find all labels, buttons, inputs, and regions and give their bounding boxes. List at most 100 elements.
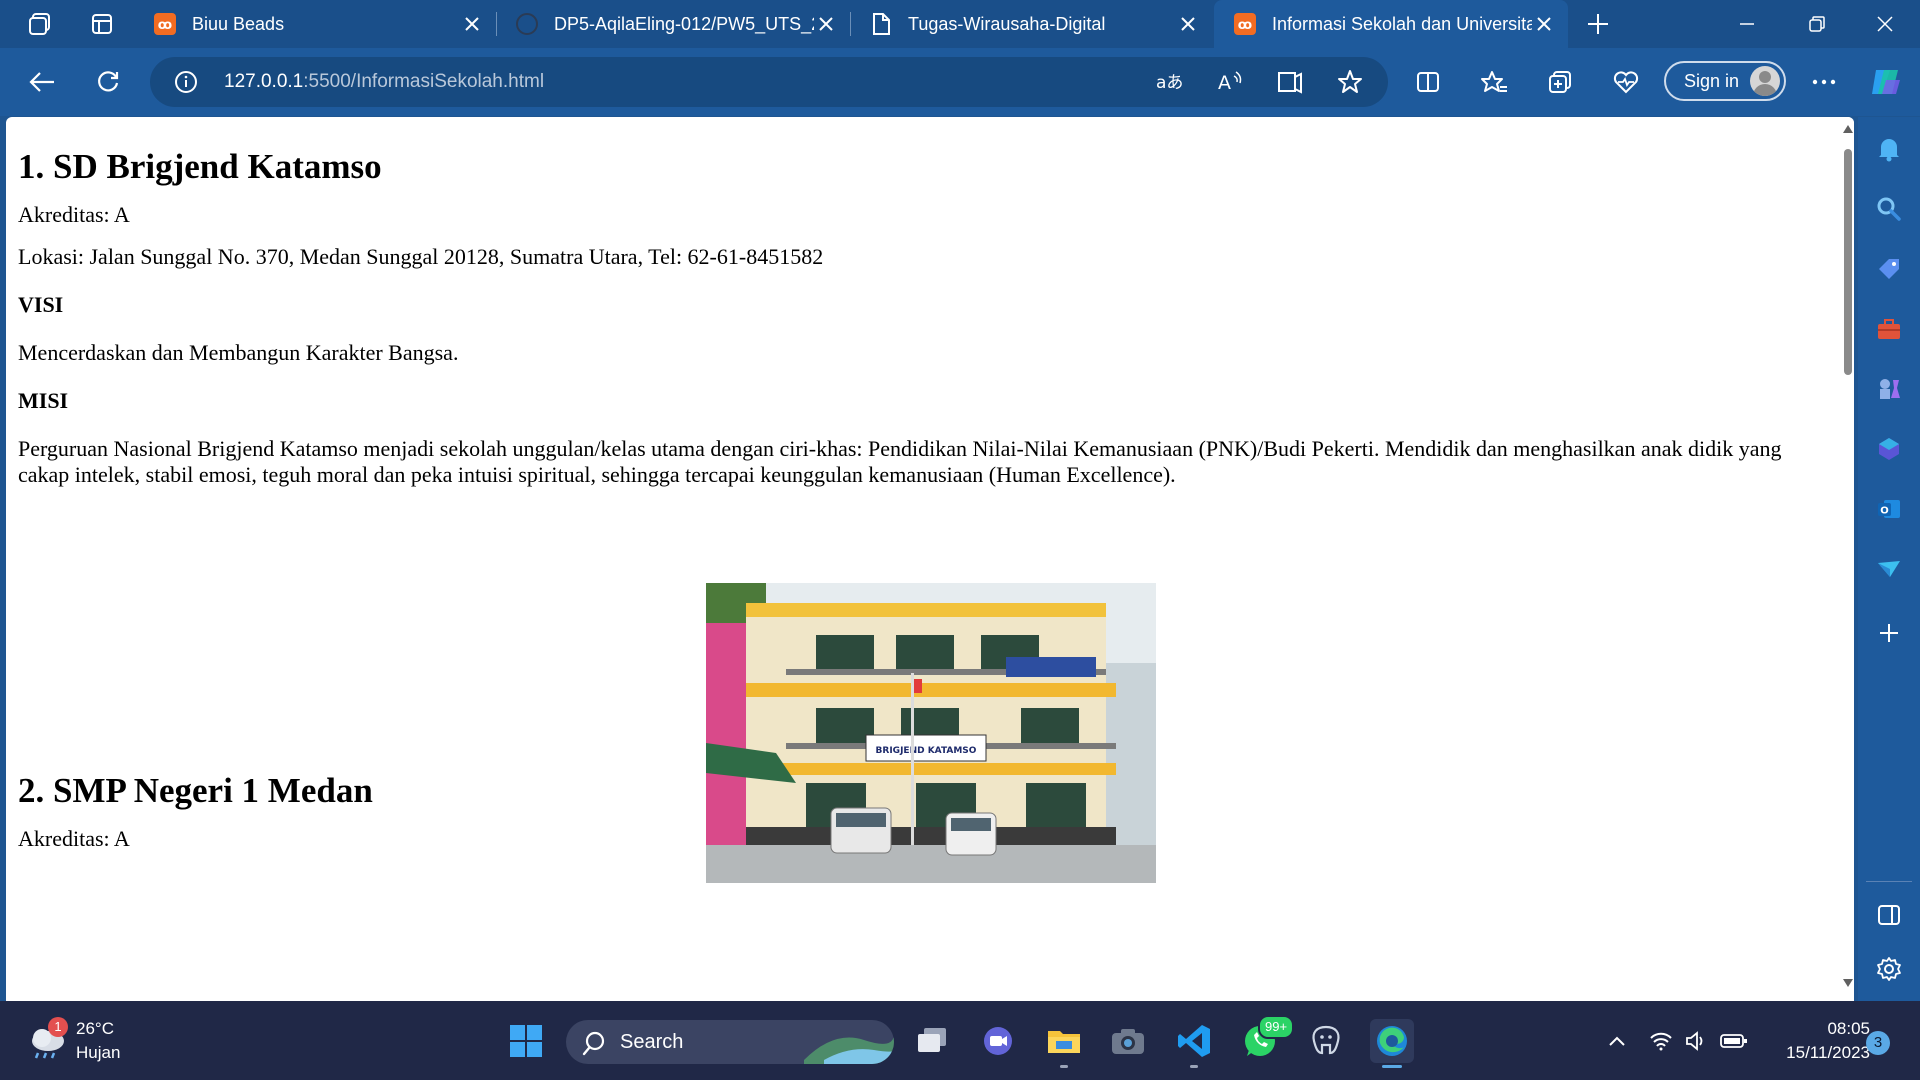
search-label: Search (620, 1031, 684, 1053)
misi-label: MISI (18, 388, 69, 413)
url-path: :5500/InformasiSekolah.html (303, 71, 545, 92)
whatsapp-badge: 99+ (1258, 1015, 1295, 1039)
svg-text:ꝏ: ꝏ (158, 18, 172, 33)
scroll-up-icon[interactable] (1843, 125, 1853, 133)
hide-sidebar-icon[interactable] (1873, 899, 1905, 931)
weather-badge: 1 (48, 1017, 68, 1037)
teams-chat-icon[interactable] (976, 1019, 1020, 1063)
tab-tugas-wirausaha[interactable]: Tugas-Wirausaha-Digital (850, 0, 1212, 48)
taskbar-search[interactable]: Search (566, 1020, 894, 1064)
sidebar-divider (1866, 881, 1912, 882)
windows-start-icon[interactable] (504, 1019, 548, 1063)
search-highlight-art (804, 1034, 894, 1064)
read-aloud-icon[interactable]: A (1216, 68, 1244, 100)
favorites-icon[interactable] (1474, 62, 1514, 102)
tab-github[interactable]: DP5-AqilaEling-012/PW5_UTS_22 (496, 0, 850, 48)
telegram-send-icon[interactable] (1873, 553, 1905, 585)
tools-briefcase-icon[interactable] (1873, 313, 1905, 345)
school-heading: 1. SD Brigjend Katamso (18, 147, 382, 186)
avatar (1750, 66, 1780, 96)
tab-informasi-sekolah[interactable]: ꝏ Informasi Sekolah dan Universita (1214, 0, 1568, 48)
akreditas-text: Akreditas: A (18, 826, 130, 851)
search-icon (582, 1031, 605, 1056)
svg-text:O: O (1880, 506, 1889, 517)
games-chess-icon[interactable] (1873, 373, 1905, 405)
lokasi-text: Lokasi: Jalan Sunggal No. 370, Medan Sun… (18, 244, 824, 269)
photo-banner-text: BRIGJEND KATAMSO (876, 746, 977, 756)
system-clock[interactable]: 08:05 15/11/2023 (1760, 1019, 1870, 1065)
xampp-icon: ꝏ (1234, 13, 1256, 35)
visi-label: VISI (18, 292, 64, 317)
clock-time: 08:05 (1827, 1019, 1870, 1038)
close-tab-icon[interactable] (814, 12, 838, 36)
svg-text:A: A (1218, 72, 1231, 94)
scroll-down-icon[interactable] (1843, 979, 1853, 987)
edge-sidebar: O (1858, 117, 1920, 1001)
windows-taskbar: 1 26°C Hujan Search 99+ 08:05 15/11/2023… (0, 1001, 1920, 1080)
edge-browser-icon[interactable] (1370, 1019, 1414, 1068)
file-explorer-icon[interactable] (1042, 1019, 1086, 1068)
tab-actions-icon[interactable] (84, 8, 120, 40)
workspaces-icon[interactable] (22, 8, 58, 40)
weather-condition: Hujan (76, 1043, 121, 1062)
close-tab-icon[interactable] (460, 12, 484, 36)
volume-icon[interactable] (1682, 1019, 1712, 1063)
shopping-tag-icon[interactable] (1873, 253, 1905, 285)
copilot-icon[interactable] (1866, 62, 1906, 102)
school-heading: 2. SMP Negeri 1 Medan (18, 771, 373, 810)
task-view-icon[interactable] (910, 1019, 954, 1063)
back-icon[interactable] (22, 62, 62, 102)
tab-title: Tugas-Wirausaha-Digital (908, 13, 1106, 34)
notification-count-badge[interactable]: 3 (1866, 1031, 1890, 1055)
site-info-icon[interactable] (174, 70, 198, 98)
notification-bell-icon[interactable] (1873, 133, 1905, 165)
page-viewport[interactable]: 1. SD Brigjend Katamso Akreditas: A Loka… (6, 117, 1854, 1001)
collections-icon[interactable] (1540, 62, 1580, 102)
postgresql-icon[interactable] (1304, 1019, 1348, 1063)
tab-strip: ꝏ Biuu Beads DP5-AqilaEling-012/PW5_UTS_… (0, 0, 1920, 48)
new-tab-icon[interactable] (1580, 8, 1616, 40)
page-scrollbar[interactable] (1842, 117, 1854, 1001)
sign-in-button[interactable]: Sign in (1664, 61, 1786, 101)
sign-in-label: Sign in (1684, 70, 1740, 91)
running-indicator (1060, 1065, 1068, 1068)
translate-icon[interactable]: aあ (1154, 68, 1183, 100)
clock-date: 15/11/2023 (1786, 1043, 1870, 1062)
address-bar[interactable]: 127.0.0.1:5500/InformasiSekolah.html aあ … (150, 57, 1388, 107)
browser-toolbar: 127.0.0.1:5500/InformasiSekolah.html aあ … (0, 48, 1920, 116)
favorite-star-icon[interactable] (1336, 68, 1364, 100)
visi-text: Mencerdaskan dan Membangun Karakter Bang… (18, 340, 459, 365)
weather-widget[interactable]: 1 26°C Hujan (28, 1017, 148, 1063)
close-tab-icon[interactable] (1176, 12, 1200, 36)
search-icon[interactable] (1873, 193, 1905, 225)
tab-biuu-beads[interactable]: ꝏ Biuu Beads (134, 0, 496, 48)
more-options-icon[interactable] (1804, 62, 1844, 102)
restore-icon[interactable] (1782, 0, 1852, 48)
settings-gear-icon[interactable] (1873, 953, 1905, 985)
immersive-reader-icon[interactable] (1276, 68, 1304, 100)
svg-text:aあ: aあ (1156, 73, 1182, 93)
scrollbar-thumb[interactable] (1844, 149, 1852, 375)
close-tab-icon[interactable] (1532, 12, 1556, 36)
battery-icon[interactable] (1718, 1019, 1750, 1063)
vscode-icon[interactable] (1172, 1019, 1216, 1068)
browser-essentials-icon[interactable] (1606, 62, 1646, 102)
split-screen-icon[interactable] (1408, 62, 1448, 102)
whatsapp-icon[interactable]: 99+ (1238, 1015, 1295, 1063)
weather-temp: 26°C (76, 1019, 114, 1038)
active-app-indicator (1382, 1065, 1402, 1068)
close-window-icon[interactable] (1850, 0, 1920, 48)
school-photo: BRIGJEND KATAMSO (706, 583, 1156, 883)
camera-icon[interactable] (1106, 1019, 1150, 1063)
outlook-icon[interactable]: O (1873, 493, 1905, 525)
running-indicator (1190, 1065, 1198, 1068)
microsoft-365-icon[interactable] (1873, 433, 1905, 465)
minimize-icon[interactable] (1712, 0, 1782, 48)
show-hidden-icons-chevron-icon[interactable] (1602, 1019, 1632, 1063)
wifi-icon[interactable] (1646, 1019, 1676, 1063)
refresh-icon[interactable] (88, 62, 128, 102)
tab-title: Biuu Beads (192, 13, 285, 34)
add-sidebar-app-icon[interactable] (1873, 617, 1905, 649)
akreditas-text: Akreditas: A (18, 202, 130, 227)
url-text[interactable]: 127.0.0.1:5500/InformasiSekolah.html (224, 57, 544, 107)
